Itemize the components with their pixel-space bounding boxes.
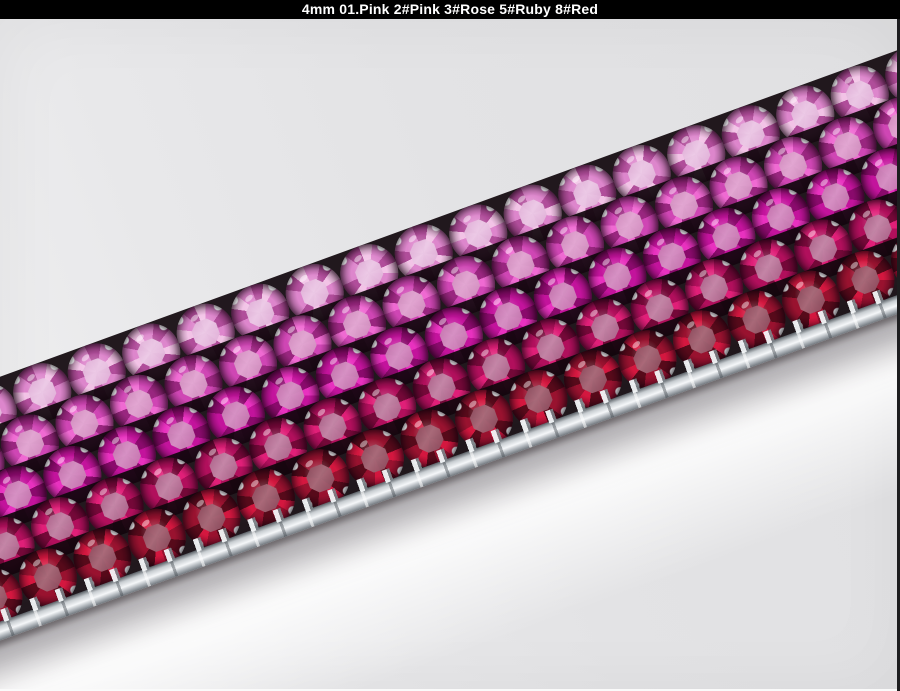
screenshot-root: 4mm 01.Pink 2#Pink 3#Rose 5#Ruby 8#Red [0,0,900,691]
bracelet-band [0,19,900,691]
product-photo [0,19,900,691]
caption-bar: 4mm 01.Pink 2#Pink 3#Rose 5#Ruby 8#Red [0,0,900,19]
caption-text: 4mm 01.Pink 2#Pink 3#Rose 5#Ruby 8#Red [301,1,599,17]
